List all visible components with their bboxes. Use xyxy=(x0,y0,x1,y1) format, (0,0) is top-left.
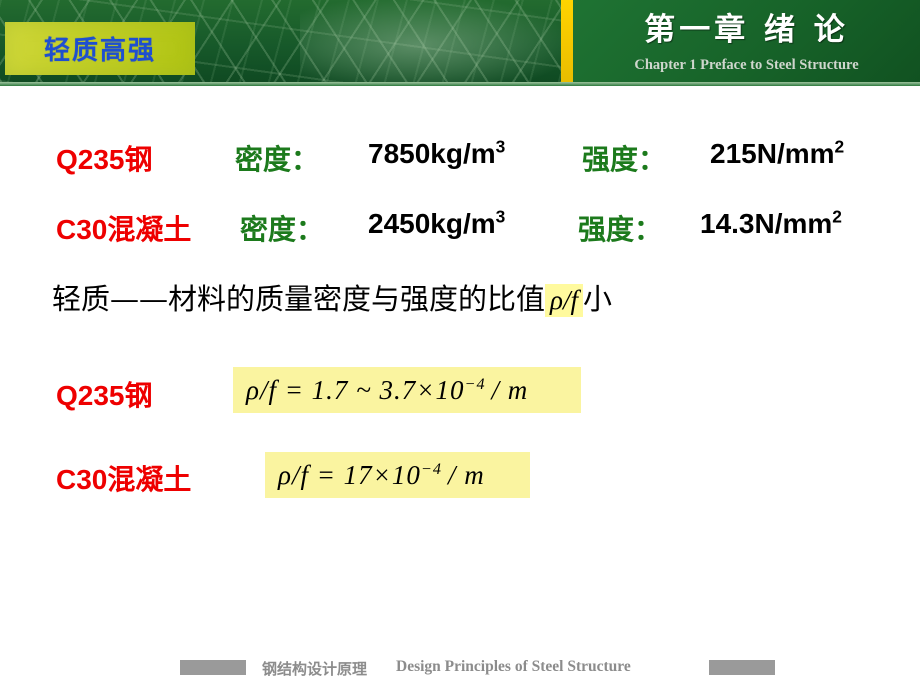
footer-bar-left xyxy=(180,660,246,675)
strength-unit-exponent: 2 xyxy=(832,206,842,227)
spec-row-strength-value: 215N/mm2 xyxy=(710,138,844,170)
footer-bar-right xyxy=(709,660,775,675)
header-yellow-divider xyxy=(561,0,573,82)
spec-row-strength-value: 14.3N/mm2 xyxy=(700,208,842,240)
strength-value: 215N/mm xyxy=(710,138,835,169)
slide-footer: 钢结构设计原理 Design Principles of Steel Struc… xyxy=(0,646,920,690)
footer-title-en: Design Principles of Steel Structure xyxy=(396,658,631,675)
footer-title-cn: 钢结构设计原理 xyxy=(262,660,368,678)
density-unit-exponent: 3 xyxy=(495,206,506,227)
formula-exponent: −4 xyxy=(420,459,442,478)
definition-prefix: 轻质——材料的质量密度与强度的比值 xyxy=(52,282,546,316)
density-value: 2450kg/m xyxy=(368,208,496,239)
strength-unit-exponent: 2 xyxy=(834,136,845,157)
formula-expression: ρ/f = 17×10−4 / m xyxy=(278,460,485,491)
spec-row-density: 密度： xyxy=(240,208,324,248)
material-name: C30混凝土 xyxy=(56,464,192,495)
formula-expression: ρ/f = 1.7 ~ 3.7×10−4 / m xyxy=(246,375,528,406)
spec-row-density-value: 2450kg/m3 xyxy=(368,208,505,240)
density-value: 7850kg/m xyxy=(368,138,496,169)
ratio-highlight: ρ/f xyxy=(545,284,583,317)
formula-lhs: ρ/f = 1.7 ~ 3.7×10 xyxy=(246,374,465,405)
formula-unit: / m xyxy=(447,459,485,490)
formula-material-label: Q235钢 xyxy=(56,374,153,414)
topic-tag-label: 轻质高强 xyxy=(43,36,156,66)
material-name: C30混凝土 xyxy=(56,214,192,245)
formula-lhs: ρ/f = 17×10 xyxy=(278,459,421,490)
spec-row-strength: 强度： xyxy=(582,138,666,178)
topic-tag: 轻质高强 xyxy=(5,22,195,75)
slide-content: Q235钢 密度： 7850kg/m3 强度： 215N/mm2 C30混凝土 … xyxy=(0,86,920,646)
definition-line: 轻质——材料的质量密度与强度的比值 ρ/f 小 xyxy=(52,276,612,318)
density-label: 密度： xyxy=(235,143,320,176)
material-name: Q235钢 xyxy=(56,380,153,411)
chapter-title: 第一章 绪 论 xyxy=(644,12,849,48)
strength-value: 14.3N/mm xyxy=(700,208,833,239)
spec-row-density-value: 7850kg/m3 xyxy=(368,138,505,170)
definition-suffix: 小 xyxy=(582,282,612,316)
strength-label: 强度： xyxy=(578,213,663,246)
density-unit-exponent: 3 xyxy=(495,136,506,157)
formula-box: ρ/f = 1.7 ~ 3.7×10−4 / m xyxy=(233,367,581,413)
chapter-subtitle: Chapter 1 Preface to Steel Structure xyxy=(634,57,859,73)
spec-row-density: 密度： xyxy=(235,138,319,178)
spec-row-strength: 强度： xyxy=(578,208,662,248)
spec-row: Q235钢 xyxy=(56,138,153,178)
spec-row: C30混凝土 xyxy=(56,208,191,248)
slide-header-band: 轻质高强 第一章 绪 论 Chapter 1 Preface to Steel … xyxy=(0,0,920,86)
formula-unit: / m xyxy=(491,374,529,405)
header-texture-highlight xyxy=(300,0,562,82)
formula-box: ρ/f = 17×10−4 / m xyxy=(265,452,530,498)
strength-label: 强度： xyxy=(582,143,667,176)
formula-exponent: −4 xyxy=(464,374,486,393)
material-name: Q235钢 xyxy=(56,144,153,175)
formula-material-label: C30混凝土 xyxy=(56,458,191,498)
density-label: 密度： xyxy=(240,213,325,246)
